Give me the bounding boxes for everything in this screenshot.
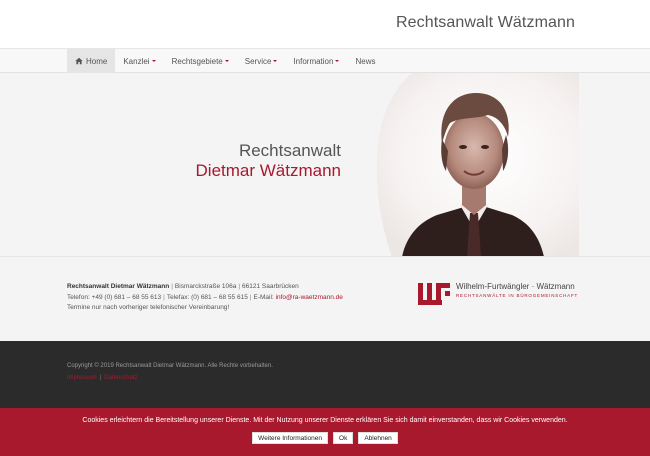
caret-down-icon xyxy=(335,60,340,62)
site-title[interactable]: Rechtsanwalt Wätzmann xyxy=(396,14,575,32)
contact-email-label: E-Mail: xyxy=(253,293,274,301)
nav-label-information: Information xyxy=(293,56,334,66)
nav-label-news: News xyxy=(355,56,376,66)
cookie-banner: Cookies erleichtern die Bereitstellung u… xyxy=(0,408,650,456)
contact-email-link[interactable]: info@ra-waetzmann.de xyxy=(276,294,343,301)
footer-links: Impressum | Datenschutz xyxy=(67,375,138,381)
site-header: Rechtsanwalt Wätzmann xyxy=(0,0,650,49)
footer-link-datenschutz[interactable]: Datenschutz xyxy=(104,375,137,381)
contact-phone: Telefon: +49 (0) 681 – 68 55 613 xyxy=(67,293,162,301)
nav-menu: Home Kanzlei Rechtsgebiete Service Infor… xyxy=(67,49,383,73)
contact-street: Bismarckstraße 106a xyxy=(174,283,237,290)
contact-note: Termine nur nach vorheriger telefonische… xyxy=(67,304,230,311)
nav-item-service[interactable]: Service xyxy=(237,49,286,73)
nav-label-kanzlei: Kanzlei xyxy=(123,56,150,66)
hero-banner: Rechtsanwalt Dietmar Wätzmann xyxy=(0,73,650,257)
hero-title: Rechtsanwalt xyxy=(238,141,341,160)
nav-label-service: Service xyxy=(244,56,272,66)
cookie-buttons: Weitere Informationen Ok Ablehnen xyxy=(0,432,650,444)
contact-city: 66121 Saarbrücken xyxy=(242,283,299,290)
wf-logo-icon xyxy=(418,283,450,305)
caret-down-icon xyxy=(224,60,229,62)
contact-section: Rechtsanwalt Dietmar Wätzmann | Bismarckst… xyxy=(0,257,650,341)
nav-label-home: Home xyxy=(86,56,108,66)
portrait-photo xyxy=(376,73,579,256)
copyright-text: Copyright © 2019 Rechtsanwalt Dietmar Wä… xyxy=(67,363,273,369)
caret-down-icon xyxy=(273,60,278,62)
contact-fax: Telefax: (0) 681 – 68 55 615 xyxy=(166,293,248,301)
contact-name: Rechtsanwalt Dietmar Wätzmann xyxy=(67,283,170,290)
cookie-ok-button[interactable]: Ok xyxy=(333,432,354,444)
nav-item-rechtsgebiete[interactable]: Rechtsgebiete xyxy=(164,49,237,73)
cookie-text: Cookies erleichtern die Bereitstellung u… xyxy=(82,417,568,424)
nav-item-home[interactable]: Home xyxy=(67,49,116,73)
caret-down-icon xyxy=(151,60,156,62)
contact-address: Rechtsanwalt Dietmar Wätzmann | Bismarckst… xyxy=(67,282,343,314)
logo-name: Wilhelm-Furtwängler · Wätzmann xyxy=(456,282,575,291)
nav-item-news[interactable]: News xyxy=(347,49,383,73)
hero-name: Dietmar Wätzmann xyxy=(195,161,341,180)
nav-item-information[interactable]: Information xyxy=(285,49,347,73)
main-navigation: Home Kanzlei Rechtsgebiete Service Infor… xyxy=(0,49,650,73)
cookie-more-info-button[interactable]: Weitere Informationen xyxy=(252,432,329,444)
cookie-decline-button[interactable]: Ablehnen xyxy=(358,432,398,444)
nav-item-kanzlei[interactable]: Kanzlei xyxy=(115,49,163,73)
site-footer: Copyright © 2019 Rechtsanwalt Dietmar Wä… xyxy=(0,341,650,408)
logo-subtitle: RECHTSANWÄLTE IN BÜROGEMEINSCHAFT xyxy=(456,293,579,298)
home-icon xyxy=(75,57,83,65)
nav-label-rechtsgebiete: Rechtsgebiete xyxy=(171,56,223,66)
footer-link-impressum[interactable]: Impressum xyxy=(67,375,97,381)
partner-logo[interactable]: Wilhelm-Furtwängler · Wätzmann RECHTSANW… xyxy=(418,282,578,306)
